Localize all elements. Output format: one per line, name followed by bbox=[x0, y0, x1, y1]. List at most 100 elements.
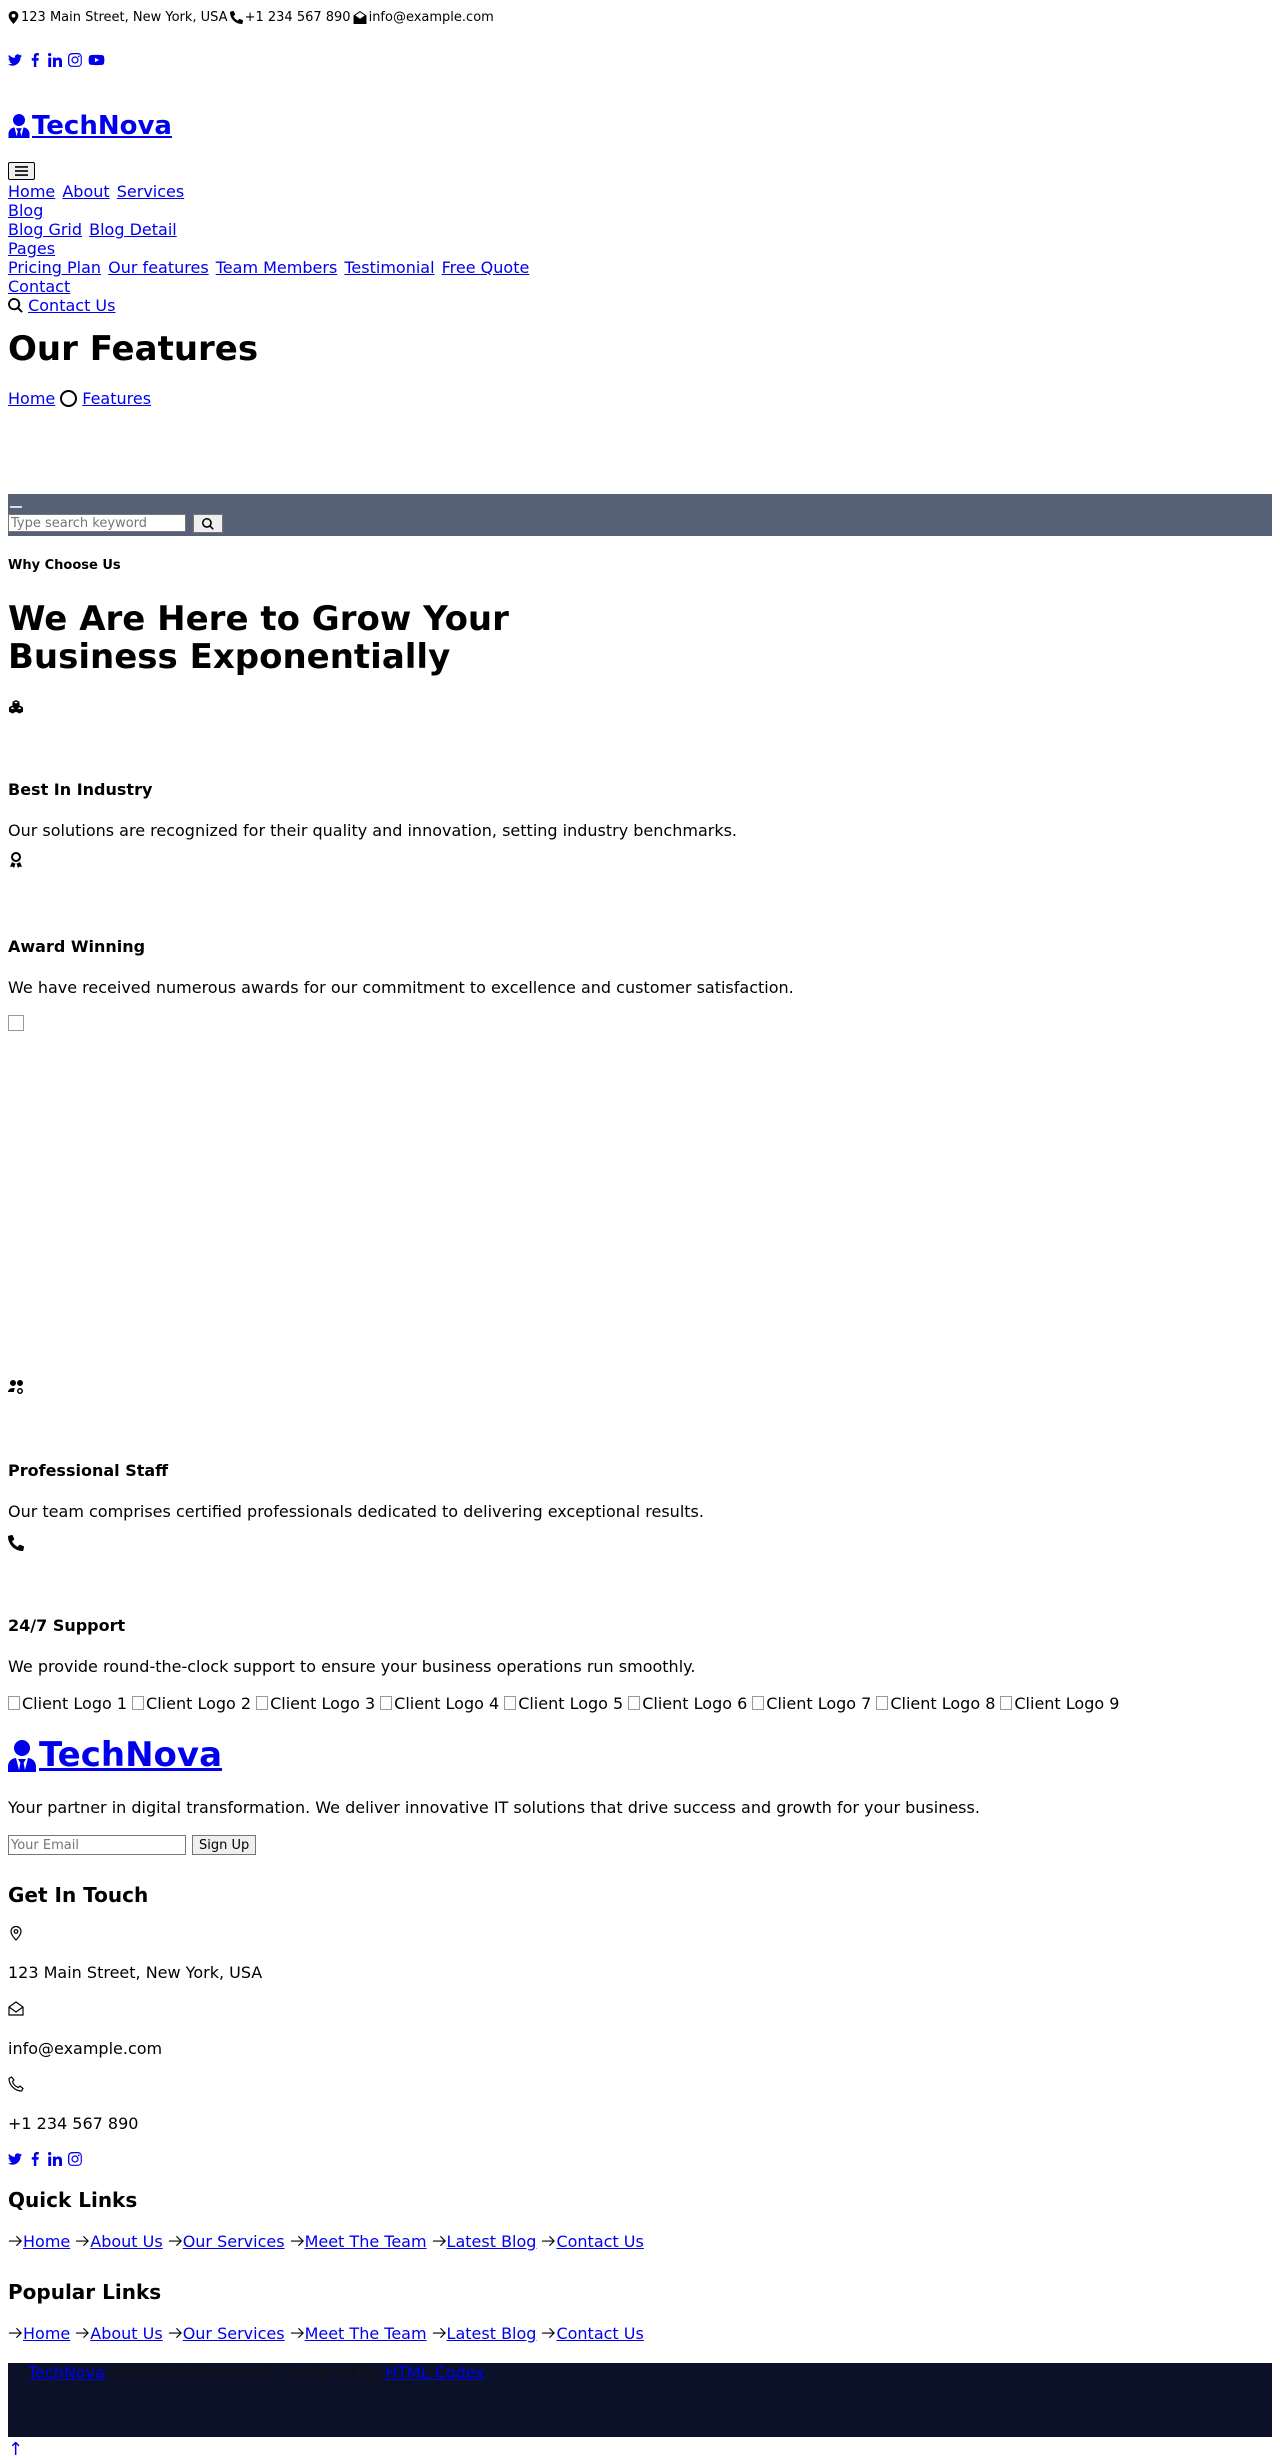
feature-image bbox=[8, 1014, 24, 1031]
feature-item: Professional Staff Our team comprises ce… bbox=[8, 1379, 1272, 1522]
search-submit-button[interactable] bbox=[193, 514, 223, 534]
facebook-icon[interactable] bbox=[28, 52, 42, 71]
youtube-icon[interactable] bbox=[88, 52, 105, 71]
copyright-brand-link[interactable]: TechNova bbox=[28, 2363, 105, 2382]
quick-link-label: Our Services bbox=[182, 2232, 285, 2252]
topbar: 123 Main Street, New York, USA +1 234 56… bbox=[8, 0, 1272, 26]
popular-link[interactable]: Home bbox=[8, 2324, 70, 2343]
nav-services[interactable]: Services bbox=[117, 182, 184, 201]
quick-link[interactable]: Latest Blog bbox=[432, 2232, 537, 2252]
page-title: Our Features bbox=[8, 328, 259, 369]
quick-link[interactable]: Our Services bbox=[168, 2232, 285, 2251]
instagram-icon[interactable] bbox=[68, 52, 82, 71]
arrow-right-icon bbox=[290, 2327, 304, 2338]
back-to-top-button[interactable]: ↑ bbox=[8, 2439, 1272, 2460]
client-logo: Client Logo 4 bbox=[380, 1694, 499, 1713]
nav-blog[interactable]: Blog bbox=[8, 201, 43, 220]
client-logo: Client Logo 1 bbox=[8, 1694, 127, 1713]
brand-name: TechNova bbox=[32, 110, 172, 141]
popular-link[interactable]: Latest Blog bbox=[432, 2323, 537, 2343]
twitter-icon[interactable] bbox=[8, 52, 22, 71]
signup-button[interactable]: Sign Up bbox=[192, 1835, 257, 1856]
copyright-statement: . All Rights Reserved. Designed by bbox=[104, 2362, 381, 2382]
telephone-icon bbox=[8, 2076, 24, 2092]
quick-links-heading: Quick Links bbox=[8, 2188, 138, 2213]
linkedin-icon[interactable] bbox=[48, 2151, 62, 2170]
topbar-email: info@example.com bbox=[368, 10, 494, 25]
get-in-touch-heading: Get In Touch bbox=[8, 1883, 149, 1908]
newsletter-email-input[interactable] bbox=[8, 1835, 186, 1856]
arrow-right-icon bbox=[432, 2327, 446, 2338]
feature-title: Award Winning bbox=[8, 936, 146, 956]
feature-image-space bbox=[8, 1031, 1272, 1379]
quick-link-label: Home bbox=[23, 2232, 71, 2252]
contact-us-button[interactable]: Contact Us bbox=[28, 296, 115, 315]
nav-testimonial[interactable]: Testimonial bbox=[344, 258, 434, 277]
arrow-right-icon bbox=[168, 2327, 182, 2338]
nav-pages[interactable]: Pages bbox=[8, 239, 55, 258]
popular-link-label: Latest Blog bbox=[446, 2323, 537, 2343]
quick-link-label: Latest Blog bbox=[446, 2232, 537, 2252]
nav-about[interactable]: About bbox=[62, 182, 109, 201]
nav-pricing-plan[interactable]: Pricing Plan bbox=[8, 258, 101, 277]
quick-links: Home About Us Our Services Meet The Team… bbox=[8, 2232, 1272, 2251]
brand-logo[interactable]: TechNova bbox=[8, 111, 1272, 142]
feature-title: Professional Staff bbox=[8, 1461, 169, 1481]
footer-social bbox=[8, 2151, 1272, 2170]
quick-link-label: About Us bbox=[90, 2232, 163, 2252]
facebook-icon[interactable] bbox=[28, 2151, 42, 2170]
popular-link[interactable]: About Us bbox=[75, 2324, 163, 2343]
client-logo: Client Logo 2 bbox=[132, 1694, 251, 1713]
nav-our-features[interactable]: Our features bbox=[108, 258, 209, 277]
user-tie-icon bbox=[8, 1739, 36, 1772]
section-headline: We Are Here to Grow Your Business Expone… bbox=[8, 600, 1272, 676]
feature-text: Our team comprises certified professiona… bbox=[8, 1502, 704, 1522]
client-logo: Client Logo 3 bbox=[256, 1694, 375, 1713]
arrow-right-icon bbox=[542, 2327, 556, 2338]
arrow-right-icon bbox=[8, 2236, 22, 2247]
search-input[interactable] bbox=[8, 514, 186, 533]
quick-link[interactable]: Meet The Team bbox=[290, 2232, 427, 2251]
nav-free-quote[interactable]: Free Quote bbox=[442, 258, 530, 277]
geo-alt-icon bbox=[10, 1926, 22, 1942]
quick-link-label: Contact Us bbox=[556, 2232, 644, 2252]
phone-icon bbox=[229, 11, 243, 25]
footer-address: 123 Main Street, New York, USA bbox=[8, 1963, 263, 1983]
twitter-icon[interactable] bbox=[8, 2151, 22, 2170]
quick-link[interactable]: Contact Us bbox=[541, 2232, 644, 2252]
nav-contact[interactable]: Contact bbox=[8, 277, 70, 296]
footer-brand-logo[interactable]: TechNova bbox=[8, 1735, 1272, 1776]
popular-link[interactable]: Our Services bbox=[168, 2324, 285, 2343]
envelope-open-icon bbox=[8, 2000, 24, 2016]
designer-link[interactable]: HTML Codex bbox=[385, 2363, 485, 2382]
close-button[interactable] bbox=[10, 506, 22, 509]
nav-blog-detail[interactable]: Blog Detail bbox=[89, 220, 177, 239]
nav-home[interactable]: Home bbox=[8, 182, 55, 201]
arrow-right-icon bbox=[76, 2236, 90, 2247]
footer-email: info@example.com bbox=[8, 2038, 163, 2058]
users-cog-icon bbox=[8, 1379, 23, 1394]
arrow-right-icon bbox=[432, 2236, 446, 2247]
quick-link-label: Meet The Team bbox=[304, 2232, 427, 2252]
breadcrumb-home[interactable]: Home bbox=[8, 389, 55, 408]
nav-team-members[interactable]: Team Members bbox=[216, 258, 338, 277]
topbar-social bbox=[8, 52, 1272, 71]
popular-link[interactable]: Contact Us bbox=[541, 2323, 644, 2343]
popular-link-label: Contact Us bbox=[556, 2323, 644, 2343]
topbar-address: 123 Main Street, New York, USA bbox=[21, 10, 228, 25]
linkedin-icon[interactable] bbox=[48, 52, 62, 71]
footer-description: Your partner in digital transformation. … bbox=[8, 1797, 980, 1817]
navbar-toggler[interactable] bbox=[8, 161, 35, 180]
feature-text: We have received numerous awards for our… bbox=[8, 977, 794, 997]
user-tie-icon bbox=[8, 114, 30, 139]
arrow-right-icon bbox=[76, 2327, 90, 2338]
quick-link[interactable]: Home bbox=[8, 2232, 70, 2251]
popular-link-label: Our Services bbox=[182, 2323, 285, 2343]
breadcrumb-current[interactable]: Features bbox=[82, 389, 151, 408]
popular-link[interactable]: Meet The Team bbox=[290, 2324, 427, 2343]
nav-blog-grid[interactable]: Blog Grid bbox=[8, 220, 82, 239]
search-icon[interactable] bbox=[8, 298, 23, 313]
topbar-phone: +1 234 567 890 bbox=[244, 10, 351, 25]
quick-link[interactable]: About Us bbox=[75, 2232, 163, 2252]
instagram-icon[interactable] bbox=[68, 2151, 82, 2170]
